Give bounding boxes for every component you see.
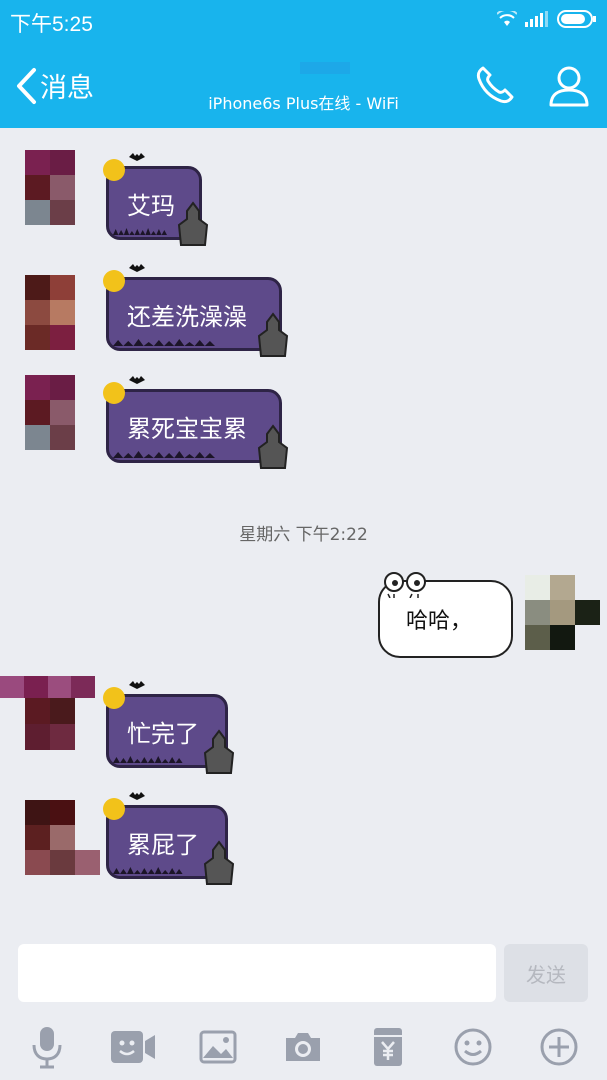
plus-icon — [540, 1028, 578, 1066]
moon-icon — [103, 382, 125, 404]
message-text: 累死宝宝累 — [127, 414, 247, 443]
emoji-icon — [454, 1028, 492, 1066]
message-bubble[interactable]: 艾玛 — [103, 153, 209, 246]
emoji-button[interactable] — [448, 1022, 498, 1072]
grass-decoration — [113, 228, 167, 235]
grass-decoration — [113, 339, 215, 346]
knight-icon — [203, 729, 235, 774]
moon-icon — [103, 687, 125, 709]
grass-decoration — [113, 451, 215, 458]
wifi-icon — [497, 11, 517, 26]
self-avatar-edge — [575, 600, 600, 625]
message-text: 累屁了 — [127, 830, 199, 859]
grass-decoration — [113, 867, 183, 874]
battery-icon — [557, 10, 596, 28]
status-icons — [497, 10, 597, 28]
send-button[interactable]: 发送 — [504, 944, 588, 1002]
contact-avatar[interactable] — [25, 800, 75, 875]
contact-name-blurred — [300, 62, 350, 74]
image-button[interactable] — [193, 1022, 243, 1072]
bat-icon — [129, 153, 145, 161]
message-bubble[interactable]: 累屁了 — [103, 792, 235, 885]
message-bubble[interactable]: 还差洗澡澡 — [103, 264, 289, 357]
time-separator: 星期六 下午2:22 — [239, 525, 368, 545]
chat-header: 下午5:25 消息 iPhone6s Plus在线 - WiFi — [0, 0, 607, 128]
bat-icon — [129, 681, 145, 689]
signal-icon — [525, 11, 548, 27]
camera-button[interactable] — [278, 1022, 328, 1072]
bat-icon — [129, 264, 145, 272]
status-time: 下午5:25 — [10, 13, 93, 36]
eyes-decoration — [384, 572, 426, 598]
input-area: 发送 — [0, 930, 607, 1080]
message-bubble[interactable]: 忙完了 — [103, 681, 235, 774]
message-input[interactable] — [18, 944, 496, 1002]
contact-avatar-edge — [75, 850, 100, 875]
knight-icon — [257, 424, 289, 469]
input-toolbar — [0, 1018, 607, 1078]
message-text: 还差洗澡澡 — [127, 302, 247, 331]
message-bubble[interactable]: 累死宝宝累 — [103, 376, 289, 469]
self-avatar[interactable] — [525, 575, 575, 650]
more-button[interactable] — [534, 1022, 584, 1072]
knight-icon — [257, 312, 289, 357]
moon-icon — [103, 270, 125, 292]
person-icon — [549, 66, 589, 107]
message-text: 哈哈， — [406, 609, 473, 634]
contact-avatar-strip — [0, 676, 95, 698]
voice-button[interactable] — [22, 1022, 72, 1072]
red-packet-icon — [374, 1028, 402, 1066]
profile-button[interactable] — [548, 64, 590, 112]
video-call-button[interactable] — [108, 1022, 158, 1072]
contact-avatar[interactable] — [25, 150, 75, 225]
message-text: 艾玛 — [127, 191, 175, 220]
knight-icon — [203, 840, 235, 885]
bat-icon — [129, 376, 145, 384]
message-text: 忙完了 — [127, 719, 199, 748]
video-icon — [111, 1031, 155, 1063]
call-button[interactable] — [474, 64, 516, 110]
contact-avatar[interactable] — [25, 698, 75, 750]
knight-icon — [177, 201, 209, 246]
red-packet-button[interactable] — [363, 1022, 413, 1072]
contact-avatar[interactable] — [25, 375, 75, 450]
moon-icon — [103, 159, 125, 181]
image-icon — [199, 1030, 237, 1064]
microphone-icon — [32, 1027, 62, 1069]
phone-icon — [476, 66, 514, 104]
contact-avatar[interactable] — [25, 275, 75, 350]
message-bubble-self[interactable]: 哈哈， — [378, 572, 513, 658]
grass-decoration — [113, 756, 183, 763]
bat-icon — [129, 792, 145, 800]
camera-icon — [286, 1033, 320, 1061]
moon-icon — [103, 798, 125, 820]
